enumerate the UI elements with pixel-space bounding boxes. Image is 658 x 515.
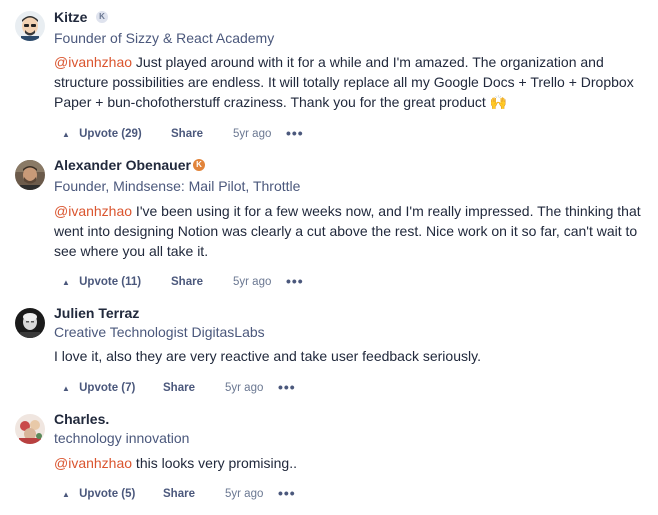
author-name[interactable]: Julien Terraz: [54, 305, 139, 321]
more-options-icon[interactable]: •••: [278, 379, 296, 395]
comment-text: this looks very promising..: [132, 455, 297, 471]
author-headline: Founder, Mindsense: Mail Pilot, Throttle: [54, 178, 301, 194]
maker-badge: K: [193, 159, 205, 171]
comment-body: I love it, also they are very reactive a…: [54, 346, 649, 366]
avatar[interactable]: [15, 308, 45, 338]
author-name[interactable]: Alexander Obenauer: [54, 157, 191, 173]
share-button[interactable]: Share: [163, 488, 195, 500]
more-options-icon[interactable]: •••: [278, 485, 296, 501]
comment-text: I love it, also they are very reactive a…: [54, 348, 481, 364]
avatar-julien-icon: [15, 308, 45, 338]
upvote-button[interactable]: ▲ Upvote (5): [62, 488, 135, 500]
mention-link[interactable]: @ivanhzhao: [54, 54, 132, 70]
share-button[interactable]: Share: [171, 128, 203, 140]
avatar[interactable]: [15, 414, 45, 444]
upvote-label: Upvote (7): [79, 382, 136, 394]
mention-link[interactable]: @ivanhzhao: [54, 455, 132, 471]
maker-badge: K: [96, 11, 108, 23]
author-headline: Creative Technologist DigitasLabs: [54, 324, 265, 340]
timestamp[interactable]: 5yr ago: [233, 128, 271, 140]
author-headline: Founder of Sizzy & React Academy: [54, 30, 275, 46]
author-headline: technology innovation: [54, 430, 190, 446]
avatar-charles-icon: [15, 414, 45, 444]
upvote-button[interactable]: ▲ Upvote (29): [62, 128, 142, 140]
upvote-button[interactable]: ▲ Upvote (7): [62, 382, 135, 394]
comment-text: I've been using it for a few weeks now, …: [54, 203, 641, 259]
upvote-arrow-icon: ▲: [62, 130, 70, 139]
comment-body: @ivanhzhao this looks very promising..: [54, 453, 649, 473]
timestamp[interactable]: 5yr ago: [233, 276, 271, 288]
author-name[interactable]: Kitze: [54, 9, 87, 25]
upvote-arrow-icon: ▲: [62, 490, 70, 499]
upvote-arrow-icon: ▲: [62, 384, 70, 393]
author-name[interactable]: Charles.: [54, 411, 109, 427]
avatar-kitze-icon: [15, 11, 45, 41]
comment-body: @ivanhzhao I've been using it for a few …: [54, 201, 649, 261]
avatar[interactable]: [15, 11, 45, 41]
share-button[interactable]: Share: [171, 276, 203, 288]
mention-link[interactable]: @ivanhzhao: [54, 203, 132, 219]
more-options-icon[interactable]: •••: [286, 273, 304, 289]
upvote-label: Upvote (11): [79, 276, 142, 288]
avatar-alexander-icon: [15, 160, 45, 190]
upvote-label: Upvote (5): [79, 488, 136, 500]
upvote-arrow-icon: ▲: [62, 278, 70, 287]
upvote-label: Upvote (29): [79, 128, 142, 140]
comment-text: Just played around with it for a while a…: [54, 54, 634, 110]
share-button[interactable]: Share: [163, 382, 195, 394]
avatar[interactable]: [15, 160, 45, 190]
more-options-icon[interactable]: •••: [286, 125, 304, 141]
timestamp[interactable]: 5yr ago: [225, 382, 263, 394]
timestamp[interactable]: 5yr ago: [225, 488, 263, 500]
comment-body: @ivanhzhao Just played around with it fo…: [54, 52, 649, 112]
upvote-button[interactable]: ▲ Upvote (11): [62, 276, 141, 288]
